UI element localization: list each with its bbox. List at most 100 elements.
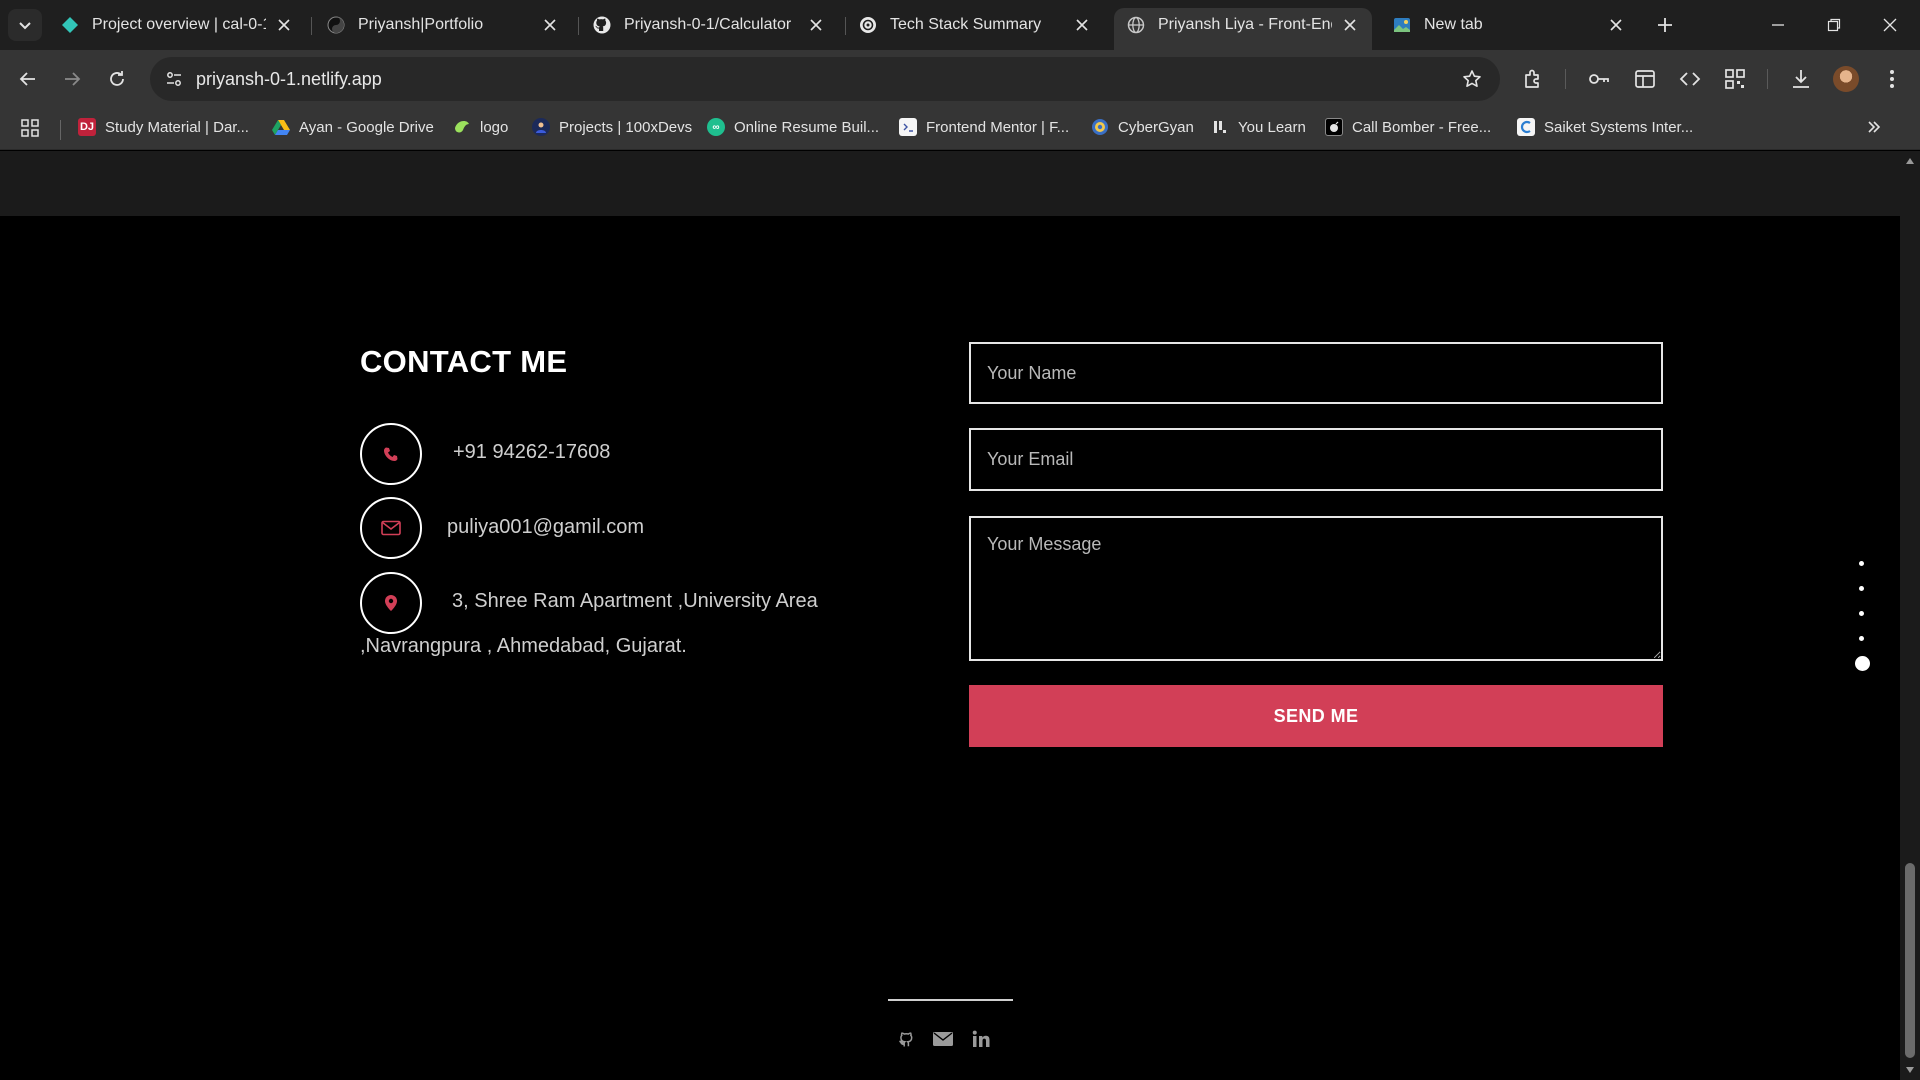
bookmark-frontend-mentor[interactable]: Frontend Mentor | F... bbox=[899, 118, 1069, 136]
linkedin-link[interactable] bbox=[970, 1028, 992, 1050]
tab-calculator-github[interactable]: Priyansh-0-1/Calculator bbox=[580, 8, 838, 42]
scrollbar-thumb[interactable] bbox=[1905, 863, 1915, 1058]
globe-icon bbox=[1126, 15, 1146, 35]
tab-layout-icon[interactable] bbox=[1631, 65, 1659, 93]
tab-search-button[interactable] bbox=[8, 9, 42, 41]
address-line-1: 3, Shree Ram Apartment ,University Area bbox=[452, 590, 818, 612]
linkedin-icon bbox=[972, 1030, 990, 1047]
tab-new-tab[interactable]: New tab bbox=[1380, 8, 1638, 42]
apps-button[interactable] bbox=[20, 118, 40, 138]
bookmark-you-learn[interactable]: You Learn bbox=[1211, 118, 1306, 136]
yin-yang-icon bbox=[326, 15, 346, 35]
qr-code-icon[interactable] bbox=[1721, 65, 1749, 93]
address-bar[interactable]: priyansh-0-1.netlify.app bbox=[150, 57, 1500, 101]
github-icon bbox=[592, 15, 612, 35]
call-bomber-icon bbox=[1325, 118, 1343, 136]
more-bookmarks-button[interactable] bbox=[1866, 119, 1882, 135]
bookmark-saiket-systems[interactable]: Saiket Systems Inter... bbox=[1517, 118, 1693, 136]
phone-number[interactable]: +91 94262-17608 bbox=[453, 441, 610, 464]
bookmark-resume-builder[interactable]: ∞ Online Resume Buil... bbox=[707, 118, 879, 136]
restore-button[interactable] bbox=[1806, 0, 1862, 50]
bookmark-star-icon[interactable] bbox=[1460, 67, 1484, 91]
site-info-icon[interactable] bbox=[160, 65, 188, 93]
dj-icon: DJ bbox=[78, 118, 96, 136]
forward-button[interactable] bbox=[54, 61, 90, 97]
password-key-icon[interactable] bbox=[1585, 65, 1613, 93]
google-drive-icon bbox=[272, 118, 290, 136]
close-icon[interactable] bbox=[274, 15, 294, 35]
close-icon[interactable] bbox=[1340, 15, 1360, 35]
bookmarks-bar: DJ Study Material | Dar... Ayan - Google… bbox=[0, 108, 1920, 150]
bookmark-study-material[interactable]: DJ Study Material | Dar... bbox=[78, 118, 249, 136]
openai-icon bbox=[858, 15, 878, 35]
bookmark-label: Ayan - Google Drive bbox=[299, 118, 434, 136]
plus-icon bbox=[1658, 18, 1672, 32]
bookmark-google-drive[interactable]: Ayan - Google Drive bbox=[272, 118, 434, 136]
github-link[interactable] bbox=[896, 1028, 918, 1050]
minimize-button[interactable] bbox=[1750, 0, 1806, 50]
previous-section-band bbox=[0, 151, 1900, 216]
bookmark-label: Saiket Systems Inter... bbox=[1544, 118, 1694, 136]
tab-title: Project overview | cal-0-1 | bbox=[92, 16, 266, 33]
tab-title: Priyansh Liya - Front-End & bbox=[1158, 16, 1332, 33]
url-text[interactable]: priyansh-0-1.netlify.app bbox=[196, 69, 382, 90]
section-dot-4[interactable] bbox=[1859, 636, 1864, 641]
section-dot-2[interactable] bbox=[1859, 586, 1864, 591]
resume-icon: ∞ bbox=[707, 118, 725, 136]
arrow-right-icon bbox=[65, 72, 81, 86]
close-icon[interactable] bbox=[806, 15, 826, 35]
tab-strip: Project overview | cal-0-1 | Priyansh|Po… bbox=[0, 0, 1920, 50]
tab-project-overview[interactable]: Project overview | cal-0-1 | bbox=[48, 8, 306, 42]
bookmark-label: CyberGyan bbox=[1118, 118, 1194, 136]
section-dot-5-active[interactable] bbox=[1855, 656, 1870, 671]
footer-divider bbox=[888, 999, 1013, 1001]
section-dot-1[interactable] bbox=[1859, 561, 1864, 566]
name-input[interactable] bbox=[969, 342, 1663, 404]
tab-title: New tab bbox=[1424, 16, 1483, 33]
close-icon[interactable] bbox=[1606, 15, 1626, 35]
kebab-menu-icon[interactable] bbox=[1878, 65, 1906, 93]
location-icon-circle bbox=[360, 572, 422, 634]
restore-icon bbox=[1827, 18, 1841, 32]
extensions-icon[interactable] bbox=[1519, 65, 1547, 93]
code-icon[interactable] bbox=[1676, 65, 1704, 93]
email-address[interactable]: puliya001@gamil.com bbox=[447, 516, 644, 539]
scroll-down-arrow[interactable] bbox=[1904, 1064, 1916, 1076]
new-tab-button[interactable] bbox=[1650, 10, 1680, 40]
page-scrollbar[interactable] bbox=[1900, 151, 1920, 1080]
logo-icon bbox=[453, 118, 471, 136]
bookmark-label: You Learn bbox=[1238, 118, 1306, 136]
bookmark-label: Call Bomber - Free... bbox=[1352, 118, 1492, 136]
scroll-up-arrow[interactable] bbox=[1904, 155, 1916, 167]
100xdevs-icon bbox=[532, 118, 550, 136]
tab-tech-stack-summary[interactable]: Tech Stack Summary bbox=[846, 8, 1104, 42]
minimize-icon bbox=[1772, 24, 1784, 26]
chevron-down-icon bbox=[19, 22, 31, 30]
bookmark-label: Online Resume Buil... bbox=[734, 118, 880, 136]
reload-button[interactable] bbox=[99, 61, 135, 97]
profile-avatar[interactable] bbox=[1833, 66, 1859, 92]
tab-title: Priyansh|Portfolio bbox=[358, 16, 484, 33]
email-input[interactable] bbox=[969, 428, 1663, 491]
arrow-left-icon bbox=[19, 72, 35, 86]
close-icon[interactable] bbox=[540, 15, 560, 35]
close-icon[interactable] bbox=[1072, 15, 1092, 35]
send-button[interactable]: SEND ME bbox=[969, 685, 1663, 747]
email-link[interactable] bbox=[932, 1028, 954, 1050]
section-dot-3[interactable] bbox=[1859, 611, 1864, 616]
newtab-icon bbox=[1392, 15, 1412, 35]
message-textarea[interactable] bbox=[969, 516, 1663, 661]
download-icon[interactable] bbox=[1787, 65, 1815, 93]
tab-priyansh-liya-active[interactable]: Priyansh Liya - Front-End & bbox=[1114, 8, 1372, 50]
bookmark-call-bomber[interactable]: Call Bomber - Free... bbox=[1325, 118, 1491, 136]
email-icon-circle bbox=[360, 497, 422, 559]
close-window-button[interactable] bbox=[1862, 0, 1918, 50]
address-line-2: ,Navrangpura , Ahmedabad, Gujarat. bbox=[360, 635, 687, 657]
bookmark-logo[interactable]: logo bbox=[453, 118, 508, 136]
apps-grid-icon bbox=[21, 119, 39, 137]
bookmark-100xdevs[interactable]: Projects | 100xDevs bbox=[532, 118, 692, 136]
back-button[interactable] bbox=[10, 61, 46, 97]
bookmark-label: logo bbox=[480, 118, 509, 136]
bookmark-cybergyan[interactable]: CyberGyan bbox=[1091, 118, 1194, 136]
tab-portfolio[interactable]: Priyansh|Portfolio bbox=[314, 8, 572, 42]
